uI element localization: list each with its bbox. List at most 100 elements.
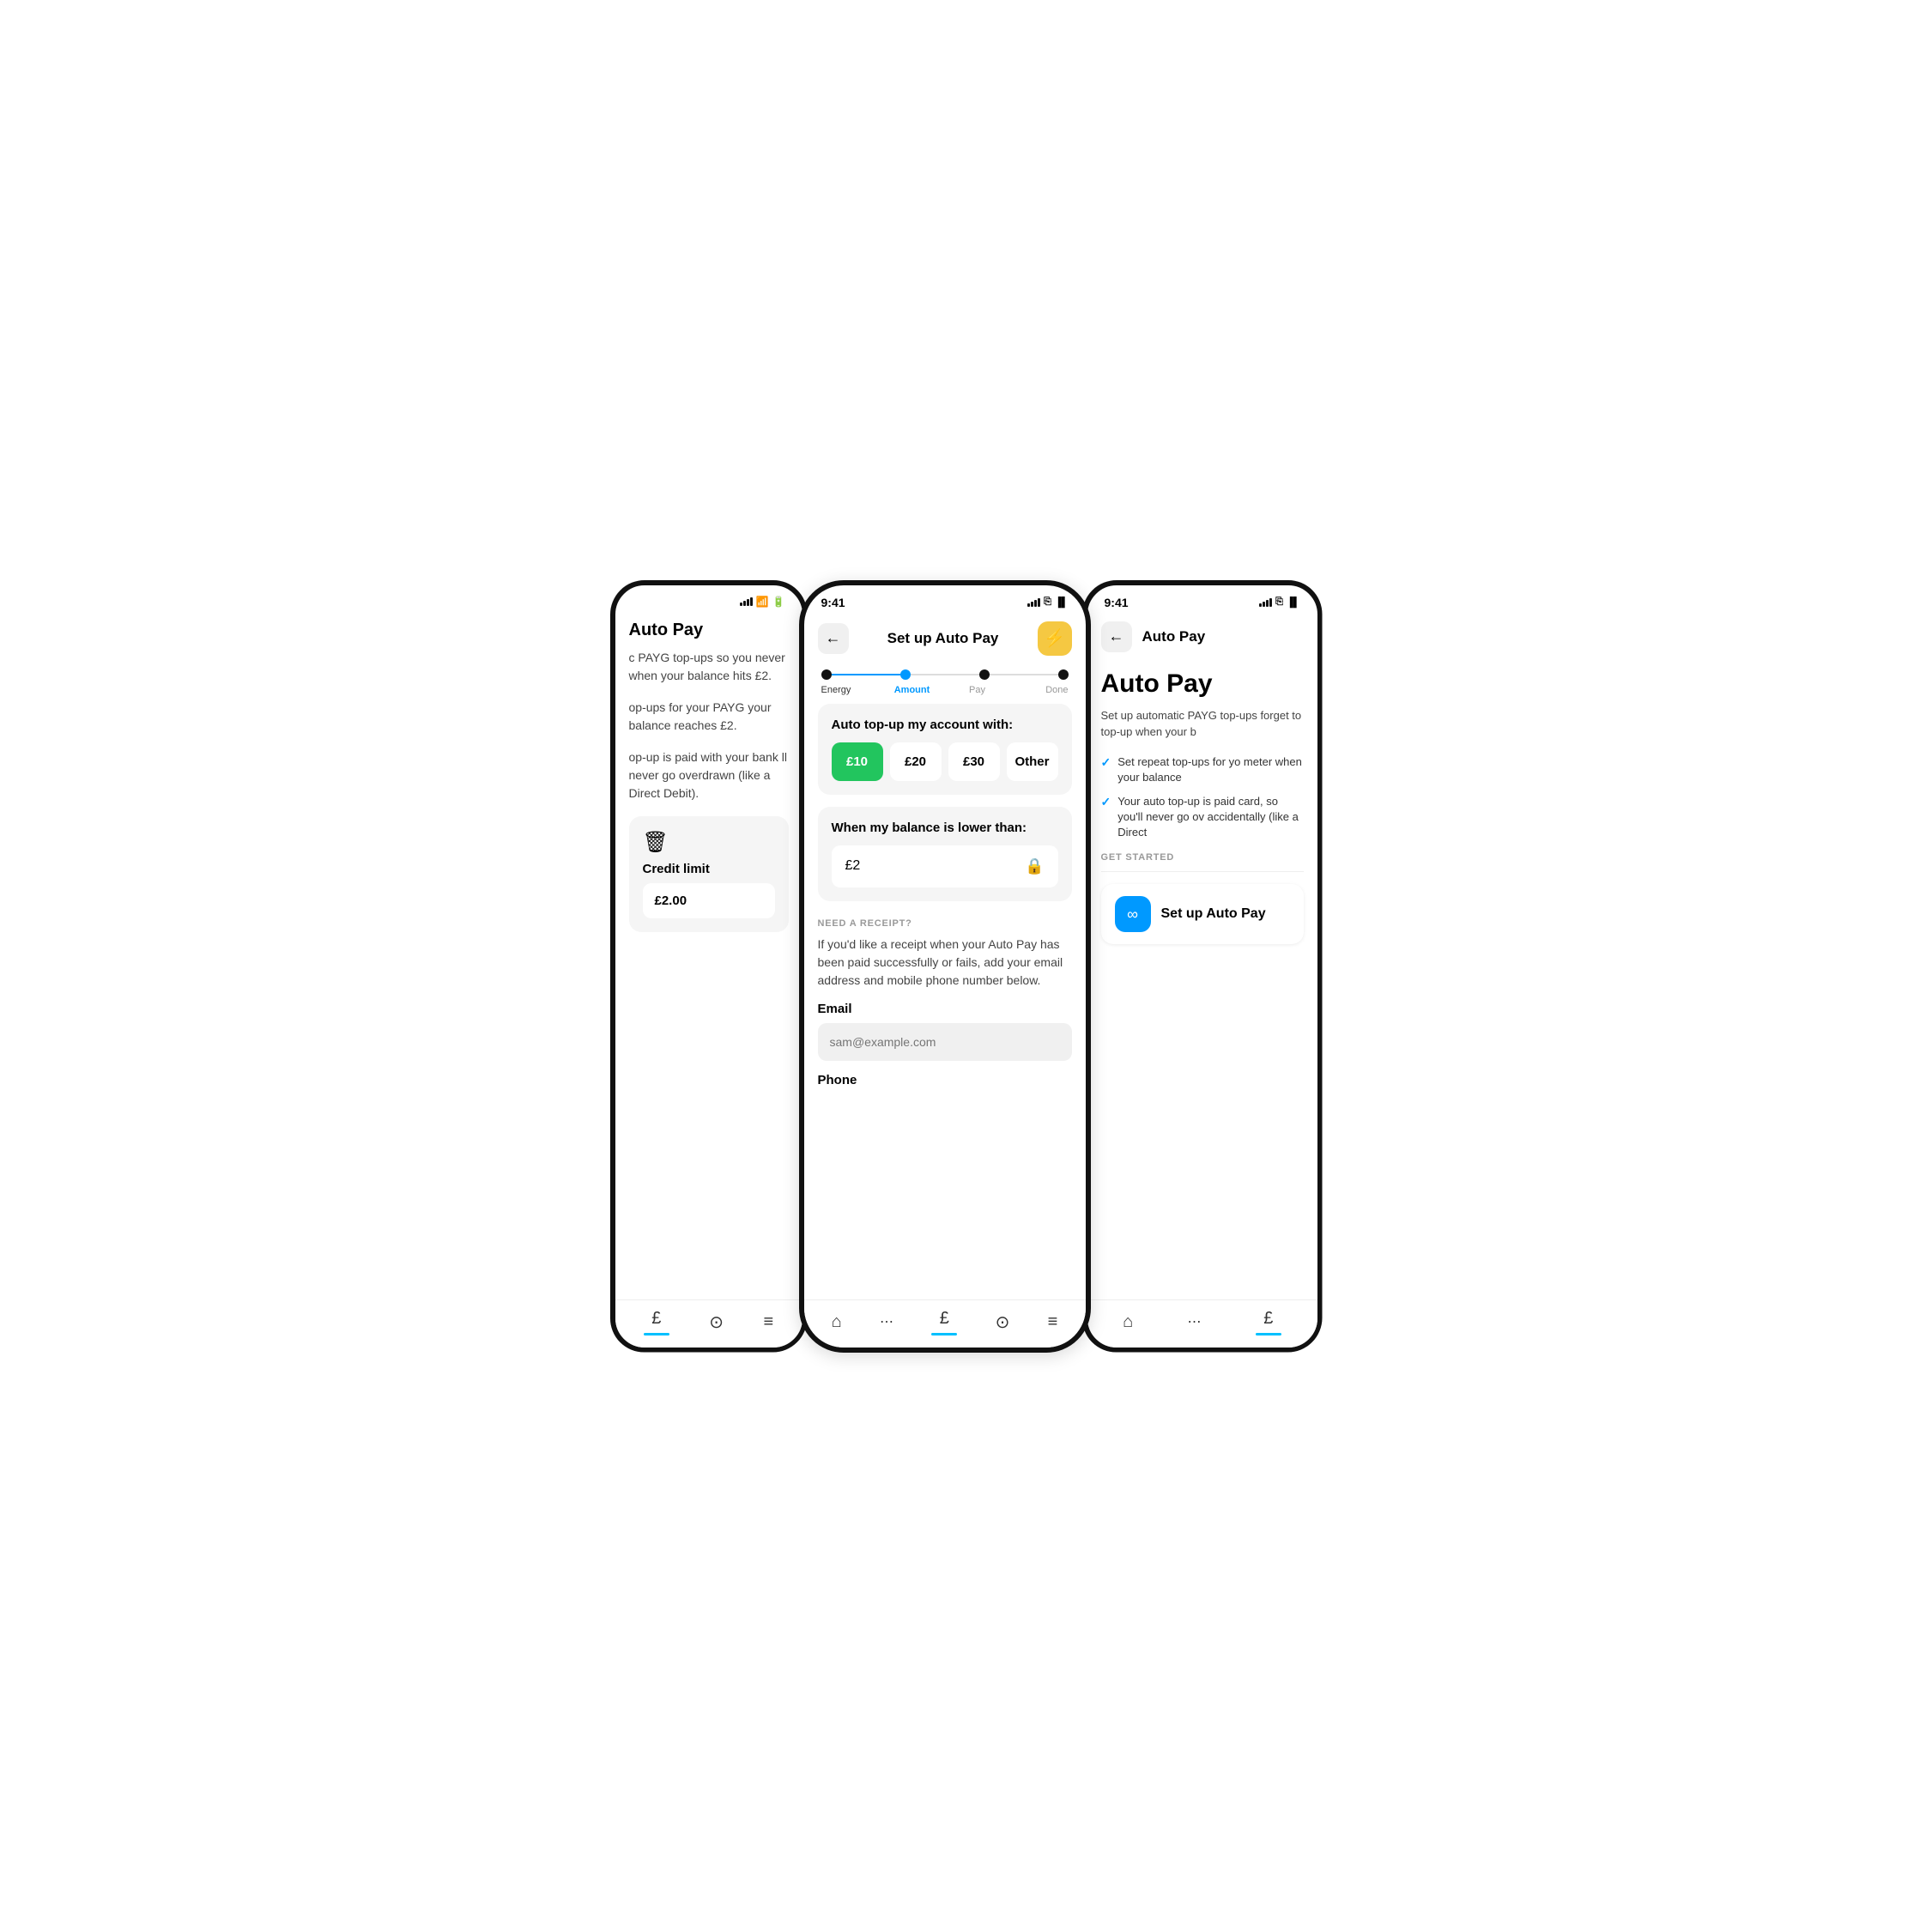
journey-icon-right: ⋯ (1188, 1313, 1202, 1330)
email-input[interactable] (818, 1023, 1072, 1061)
balance-card-title: When my balance is lower than: (832, 821, 1058, 835)
left-phone: 9:41 📶 🔋 Auto Pay c PAYG top-ups so you … (610, 580, 808, 1353)
credit-section: 🗑 Credit limit £2.00 (629, 816, 789, 932)
payment-icon: £ (651, 1309, 661, 1329)
balance-card: When my balance is lower than: £2 🔒 (818, 807, 1072, 901)
email-label: Email (818, 1002, 1072, 1016)
step-dot-done (1058, 669, 1069, 680)
step-line-1 (832, 674, 900, 675)
wifi-icon-center: ⎘ (1044, 597, 1051, 608)
nav-bar-right: ← Auto Pay (1087, 615, 1317, 661)
signal-icon (740, 597, 753, 606)
journey-icon-center: ⋯ (880, 1313, 893, 1330)
payment-icon-right: £ (1263, 1309, 1273, 1329)
home-icon-right: ⌂ (1123, 1312, 1133, 1332)
step-dot-amount (900, 669, 911, 680)
step-label-done: Done (1017, 685, 1069, 695)
menu-icon-center: ≡ (1048, 1312, 1058, 1332)
checkmark-icon-1: ✓ (1101, 754, 1111, 785)
battery-icon-center: ▐▌ (1055, 597, 1069, 608)
tab-payment-center[interactable]: £ (931, 1309, 957, 1335)
lock-icon: 🔒 (1025, 857, 1044, 875)
setup-auto-pay-button[interactable]: ∞ Set up Auto Pay (1101, 884, 1304, 944)
check-item-2: ✓ Your auto top-up is paid card, so you'… (1101, 794, 1304, 841)
tab-home-center[interactable]: ⌂ (832, 1312, 842, 1332)
step-line-2 (911, 674, 979, 675)
payment-icon-center: £ (940, 1309, 949, 1329)
tab-journey-center[interactable]: ⋯ (880, 1313, 893, 1330)
receipt-label: NEED A RECEIPT? (818, 918, 1072, 929)
tab-indicator (644, 1333, 669, 1335)
status-bar-right: 9:41 ⎘ ▐▌ (1087, 585, 1317, 615)
back-button-right[interactable]: ← (1101, 621, 1132, 652)
step-label-energy: Energy (821, 685, 873, 695)
step-label-amount: Amount (887, 685, 938, 695)
amount-card: Auto top-up my account with: £10 £20 £30… (818, 704, 1072, 795)
status-icons-center: ⎘ ▐▌ (1027, 597, 1068, 608)
amount-10[interactable]: £10 (832, 742, 883, 781)
tab-indicator-right (1256, 1333, 1281, 1335)
back-icon-center: ← (826, 629, 841, 647)
status-time-center: 9:41 (821, 596, 845, 609)
left-body: c PAYG top-ups so you never when your ba… (615, 649, 802, 1299)
status-icons-left: 📶 🔋 (740, 596, 785, 608)
tab-home-right[interactable]: ⌂ (1123, 1312, 1133, 1332)
step-line-3 (990, 674, 1058, 675)
divider (1101, 871, 1304, 872)
right-phone: 9:41 ⎘ ▐▌ ← Auto Pay Auto Pay Set up (1082, 580, 1323, 1353)
step-dot-energy (821, 669, 832, 680)
amount-card-title: Auto top-up my account with: (832, 718, 1058, 732)
center-phone: 9:41 ⎘ ▐▌ ← Set up Auto Pay ⚡ (799, 580, 1091, 1353)
tab-payment-right[interactable]: £ (1256, 1309, 1281, 1335)
auto-pay-description: Set up automatic PAYG top-ups forget to … (1101, 707, 1304, 741)
tab-help[interactable]: ⊙ (709, 1311, 724, 1333)
center-content: Auto top-up my account with: £10 £20 £30… (804, 704, 1086, 1299)
battery-icon-right: ▐▌ (1287, 597, 1300, 608)
credit-value: £2.00 (643, 883, 775, 918)
tab-journey-right[interactable]: ⋯ (1188, 1313, 1202, 1330)
progress-steps: Energy Amount Pay Done (804, 664, 1086, 704)
left-desc1: c PAYG top-ups so you never when your ba… (629, 649, 789, 685)
status-time-right: 9:41 (1105, 596, 1129, 609)
check-text-2: Your auto top-up is paid card, so you'll… (1117, 794, 1303, 841)
left-desc3: op-up is paid with your bank ll never go… (629, 748, 789, 802)
battery-icon: 🔋 (772, 596, 785, 608)
amount-30[interactable]: £30 (948, 742, 1000, 781)
receipt-section: NEED A RECEIPT? If you'd like a receipt … (818, 913, 1072, 1103)
action-button-center[interactable]: ⚡ (1038, 621, 1072, 656)
infinity-icon: ∞ (1115, 896, 1151, 932)
check-item-1: ✓ Set repeat top-ups for yo meter when y… (1101, 754, 1304, 785)
nav-bar-center: ← Set up Auto Pay ⚡ (804, 615, 1086, 664)
menu-icon: ≡ (764, 1312, 774, 1332)
nav-title-right: Auto Pay (1142, 628, 1206, 645)
back-button-center[interactable]: ← (818, 623, 849, 654)
amount-20[interactable]: £20 (890, 742, 942, 781)
status-bar-left: 9:41 📶 🔋 (615, 585, 802, 614)
nav-title-left: Auto Pay (629, 621, 704, 640)
tab-bar-right: ⌂ ⋯ £ (1087, 1299, 1317, 1348)
auto-pay-title: Auto Pay (1101, 669, 1304, 699)
trash-icon: 🗑 (643, 830, 775, 855)
receipt-description: If you'd like a receipt when your Auto P… (818, 936, 1072, 990)
amount-buttons: £10 £20 £30 Other (832, 742, 1058, 781)
help-icon-center: ⊙ (996, 1311, 1010, 1333)
right-body: Auto Pay Set up automatic PAYG top-ups f… (1087, 661, 1317, 1299)
signal-icon-center (1027, 598, 1040, 607)
balance-input-row: £2 🔒 (832, 845, 1058, 887)
nav-title-center: Set up Auto Pay (887, 630, 999, 647)
nav-bar-left: Auto Pay (615, 614, 802, 649)
credit-label: Credit limit (643, 862, 775, 876)
amount-other[interactable]: Other (1007, 742, 1058, 781)
back-icon-right: ← (1109, 627, 1124, 645)
signal-icon-right (1259, 598, 1272, 607)
tab-payment[interactable]: £ (644, 1309, 669, 1335)
phone-label: Phone (818, 1073, 1072, 1087)
tab-menu-center[interactable]: ≡ (1048, 1312, 1058, 1332)
tab-menu[interactable]: ≡ (764, 1312, 774, 1332)
tab-indicator-center (931, 1333, 957, 1335)
checkmark-icon-2: ✓ (1101, 794, 1111, 841)
status-bar-center: 9:41 ⎘ ▐▌ (804, 585, 1086, 615)
tab-help-center[interactable]: ⊙ (996, 1311, 1010, 1333)
status-icons-right: ⎘ ▐▌ (1259, 597, 1299, 608)
step-label-pay: Pay (952, 685, 1003, 695)
